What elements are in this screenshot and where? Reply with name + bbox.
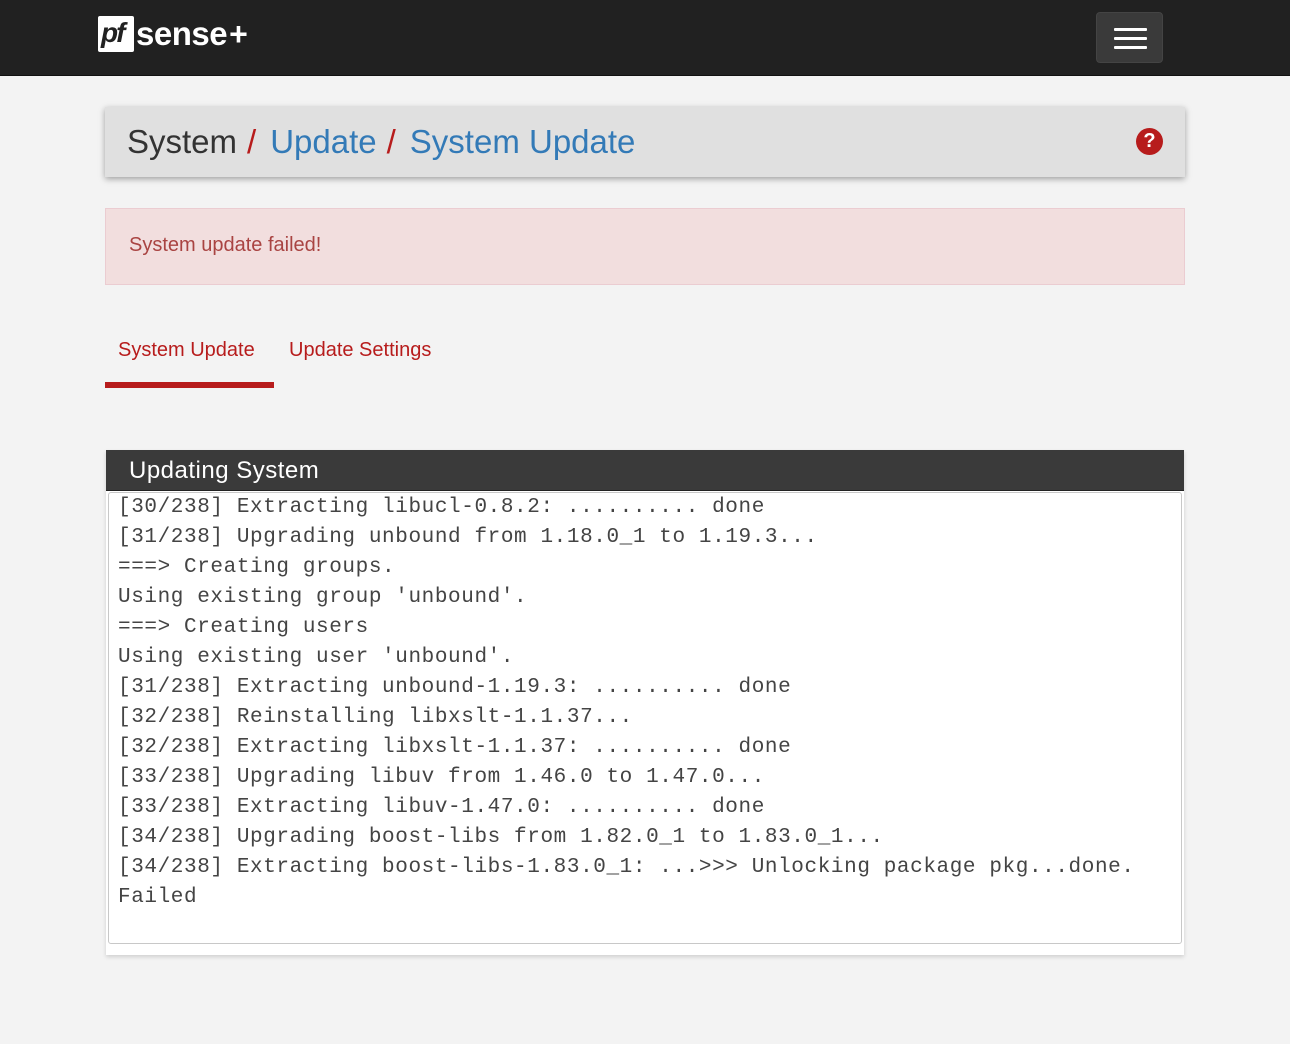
console-line: [33/238] Extracting libuv-1.47.0: ......… <box>118 796 765 819</box>
console-line: [34/238] Upgrading boost-libs from 1.82.… <box>118 826 884 849</box>
pf-logo-text: pf <box>101 17 125 48</box>
error-alert: System update failed! <box>105 208 1185 285</box>
tab-system-update[interactable]: System Update <box>105 330 274 388</box>
question-circle-icon[interactable]: ? <box>1136 128 1163 155</box>
top-navbar: pf sense + <box>0 0 1290 76</box>
console-line: [32/238] Extracting libxslt-1.1.37: ....… <box>118 736 792 759</box>
console-line: [32/238] Reinstalling libxslt-1.1.37... <box>118 706 633 729</box>
breadcrumb-system: System <box>127 123 238 160</box>
console-line: [33/238] Upgrading libuv from 1.46.0 to … <box>118 766 765 789</box>
hamburger-menu-button[interactable] <box>1096 12 1163 63</box>
update-console-output[interactable]: [30/238] Extracting libucl-0.8.2: ......… <box>108 492 1182 944</box>
console-line: ===> Creating users <box>118 616 369 639</box>
panel-heading: Updating System <box>106 450 1184 491</box>
console-line: ===> Creating groups. <box>118 556 396 579</box>
console-line: [31/238] Extracting unbound-1.19.3: ....… <box>118 676 792 699</box>
breadcrumb-separator: / <box>386 123 396 160</box>
hamburger-bar <box>1114 46 1147 49</box>
console-line: [31/238] Upgrading unbound from 1.18.0_1… <box>118 526 818 549</box>
pfsense-logo[interactable]: pf sense + <box>98 15 248 52</box>
breadcrumb-panel: System / Update / System Update ? <box>105 107 1185 177</box>
console-line: Using existing user 'unbound'. <box>118 646 515 669</box>
console-line: [30/238] Extracting libucl-0.8.2: ......… <box>118 496 765 519</box>
tab-update-settings[interactable]: Update Settings <box>289 330 449 388</box>
console-line: Failed <box>118 886 198 909</box>
alert-message: System update failed! <box>129 234 322 256</box>
breadcrumb-update-link[interactable]: Update <box>270 123 376 160</box>
plus-logo-text: + <box>229 15 248 52</box>
console-line: Using existing group 'unbound'. <box>118 586 528 609</box>
breadcrumb-separator: / <box>247 123 257 160</box>
console-line: [34/238] Extracting boost-libs-1.83.0_1:… <box>118 856 1135 879</box>
panel-title: Updating System <box>129 457 320 484</box>
tab-label: Update Settings <box>289 339 432 361</box>
hamburger-bar <box>1114 37 1147 40</box>
breadcrumb: System / Update / System Update <box>127 123 635 161</box>
pf-logo-box: pf <box>98 16 134 52</box>
updating-system-panel: Updating System [30/238] Extracting libu… <box>106 450 1184 955</box>
tab-label: System Update <box>118 339 255 361</box>
sense-logo-text: sense <box>136 15 228 52</box>
hamburger-menu-icon <box>1114 28 1147 31</box>
breadcrumb-system-update-link[interactable]: System Update <box>410 123 636 160</box>
